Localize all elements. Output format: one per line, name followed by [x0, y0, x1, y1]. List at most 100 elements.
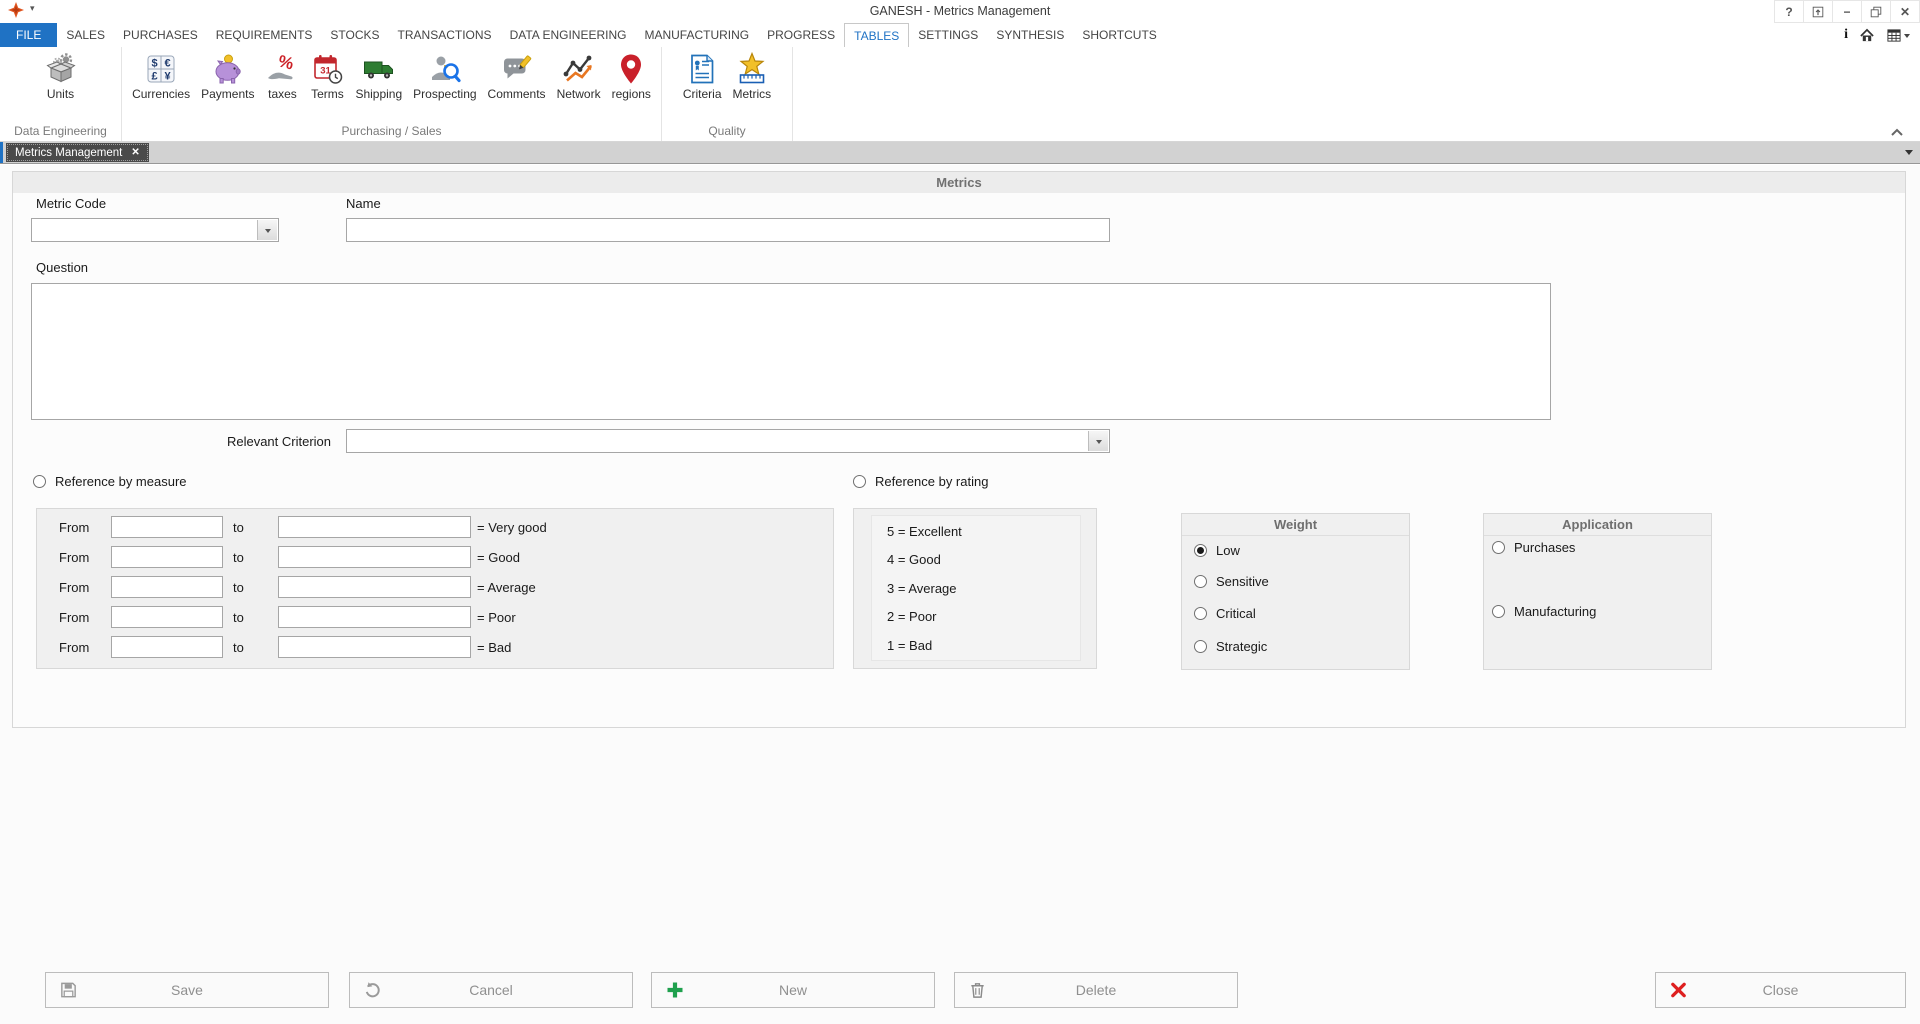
application-option-purchases[interactable]: Purchases [1492, 540, 1575, 555]
tab-data-engineering[interactable]: DATA ENGINEERING [501, 23, 636, 47]
metrics-icon [735, 52, 769, 86]
rating-item: 3 = Average [887, 581, 957, 596]
weight-title: Weight [1182, 514, 1409, 536]
question-textarea[interactable] [31, 283, 1551, 420]
ribbon-button-prospecting[interactable]: Prospecting [409, 50, 480, 101]
document-tab-label: Metrics Management [15, 147, 122, 159]
document-tab-metrics-management[interactable]: Metrics Management ✕ [6, 143, 149, 162]
tab-transactions[interactable]: TRANSACTIONS [389, 23, 501, 47]
home-icon[interactable] [1859, 28, 1875, 43]
tab-settings[interactable]: SETTINGS [909, 23, 987, 47]
taxes-icon: % [265, 52, 299, 86]
name-input[interactable] [346, 218, 1110, 242]
relevant-criterion-label: Relevant Criterion [153, 434, 331, 449]
measure-from-input[interactable] [111, 636, 223, 658]
minimize-button[interactable]: − [1832, 0, 1862, 23]
info-icon[interactable]: i [1844, 27, 1848, 43]
weight-option-critical[interactable]: Critical [1194, 606, 1256, 621]
rating-item: 1 = Bad [887, 638, 932, 653]
measure-row: From to = Bad [37, 636, 833, 660]
ribbon-button-shipping[interactable]: Shipping [351, 50, 406, 101]
weight-option-sensitive[interactable]: Sensitive [1194, 574, 1269, 589]
rating-item: 4 = Good [887, 552, 941, 567]
delete-button-label: Delete [1076, 982, 1116, 998]
to-label: to [233, 640, 244, 655]
reference-by-rating-radio[interactable]: Reference by rating [853, 474, 988, 489]
close-button[interactable]: Close [1655, 972, 1906, 1008]
relevant-criterion-combobox[interactable] [346, 429, 1110, 453]
reference-by-measure-radio[interactable]: Reference by measure [33, 474, 187, 489]
comments-icon [500, 52, 534, 86]
measure-to-input[interactable] [278, 576, 471, 598]
weight-option-label: Sensitive [1216, 574, 1269, 589]
popout-button[interactable] [1803, 0, 1833, 23]
tab-stocks[interactable]: STOCKS [321, 23, 388, 47]
title-bar: ▾ GANESH - Metrics Management ? − ✕ [0, 0, 1920, 22]
weight-option-label: Low [1216, 543, 1240, 558]
measure-from-input[interactable] [111, 516, 223, 538]
tab-shortcuts[interactable]: SHORTCUTS [1073, 23, 1165, 47]
ribbon-button-metrics[interactable]: Metrics [729, 50, 776, 101]
svg-text:£: £ [152, 71, 158, 83]
ribbon-button-comments[interactable]: Comments [484, 50, 550, 101]
save-button[interactable]: Save [45, 972, 329, 1008]
app-window: ▾ GANESH - Metrics Management ? − ✕ FILE… [0, 0, 1920, 1024]
collapse-ribbon-icon[interactable] [1890, 127, 1904, 137]
weight-option-low[interactable]: Low [1194, 543, 1240, 558]
measure-to-input[interactable] [278, 516, 471, 538]
measure-from-input[interactable] [111, 606, 223, 628]
tab-requirements[interactable]: REQUIREMENTS [207, 23, 322, 47]
weight-option-strategic[interactable]: Strategic [1194, 639, 1267, 654]
application-option-manufacturing[interactable]: Manufacturing [1492, 604, 1596, 619]
new-button-label: New [779, 982, 807, 998]
tab-sales[interactable]: SALES [57, 23, 114, 47]
tab-tables[interactable]: TABLES [844, 23, 909, 47]
close-window-button[interactable]: ✕ [1890, 0, 1920, 23]
criteria-icon [685, 52, 719, 86]
restore-button[interactable] [1861, 0, 1891, 23]
help-button[interactable]: ? [1774, 0, 1804, 23]
to-label: to [233, 580, 244, 595]
tab-file[interactable]: FILE [0, 23, 57, 47]
measure-result-label: = Good [477, 550, 520, 565]
tab-purchases[interactable]: PURCHASES [114, 23, 207, 47]
combobox-dropdown-button[interactable] [1088, 431, 1108, 451]
delete-button[interactable]: Delete [954, 972, 1238, 1008]
from-label: From [59, 520, 89, 535]
ribbon-button-units[interactable]: Units [40, 50, 82, 101]
weight-option-label: Strategic [1216, 639, 1267, 654]
new-button[interactable]: New [651, 972, 935, 1008]
radio-icon [1492, 605, 1505, 618]
combobox-dropdown-button[interactable] [257, 220, 277, 240]
reference-by-measure-label: Reference by measure [55, 474, 187, 489]
ribbon-button-terms[interactable]: 31 Terms [306, 50, 348, 101]
metric-code-combobox[interactable] [31, 218, 279, 242]
table-grid-icon[interactable] [1886, 28, 1910, 43]
tab-progress[interactable]: PROGRESS [758, 23, 844, 47]
metric-code-label: Metric Code [36, 196, 106, 211]
measure-from-input[interactable] [111, 546, 223, 568]
tab-manufacturing[interactable]: MANUFACTURING [635, 23, 758, 47]
ribbon-button-taxes[interactable]: % taxes [261, 50, 303, 101]
ribbon-button-payments[interactable]: Payments [197, 50, 258, 101]
app-logo-icon [8, 2, 24, 18]
document-tab-close-icon[interactable]: ✕ [131, 148, 139, 158]
quick-access-caret-icon[interactable]: ▾ [30, 3, 35, 14]
ribbon-button-regions[interactable]: regions [608, 50, 655, 101]
measure-to-input[interactable] [278, 636, 471, 658]
network-icon [562, 52, 596, 86]
tab-list-caret-icon[interactable] [1905, 150, 1913, 159]
cancel-button[interactable]: Cancel [349, 972, 633, 1008]
rating-item: 2 = Poor [887, 609, 937, 624]
ribbon-button-currencies[interactable]: $ € £ ¥ Currencies [128, 50, 194, 101]
measure-result-label: = Poor [477, 610, 516, 625]
ribbon-button-network[interactable]: Network [553, 50, 605, 101]
measure-to-input[interactable] [278, 546, 471, 568]
close-button-label: Close [1763, 982, 1799, 998]
svg-text:¥: ¥ [165, 71, 172, 83]
measure-to-input[interactable] [278, 606, 471, 628]
content-area: Metrics Metric Code Name Question Releva… [0, 165, 1920, 1024]
measure-from-input[interactable] [111, 576, 223, 598]
tab-synthesis[interactable]: SYNTHESIS [987, 23, 1073, 47]
ribbon-button-criteria[interactable]: Criteria [679, 50, 726, 101]
